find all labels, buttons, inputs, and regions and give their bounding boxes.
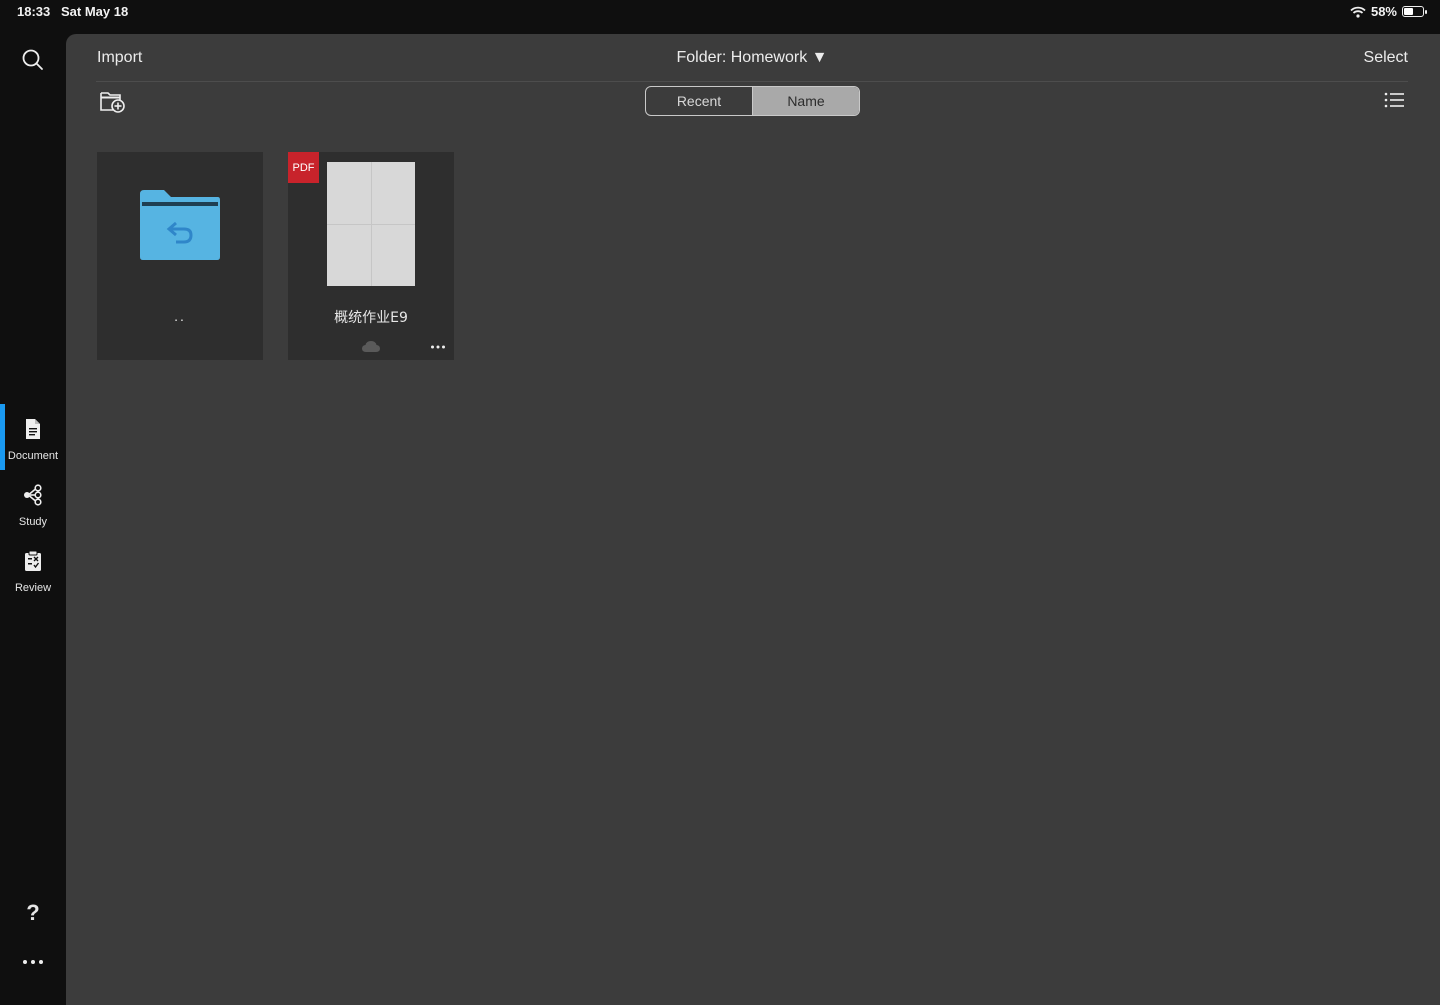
sort-name-option[interactable]: Name <box>753 87 859 115</box>
search-icon[interactable] <box>20 47 46 73</box>
battery-percent: 58% <box>1370 4 1397 19</box>
battery-icon <box>1402 6 1427 17</box>
battery-nub <box>1425 10 1427 14</box>
more-options-icon[interactable] <box>18 952 48 972</box>
select-button[interactable]: Select <box>1364 49 1408 67</box>
status-right: 58% <box>1350 4 1427 19</box>
sidebar-item-document[interactable]: Document <box>0 404 66 470</box>
top-bar: Import Folder: Homework ▼ Select <box>96 34 1408 82</box>
sort-recent-option[interactable]: Recent <box>646 87 753 115</box>
help-button[interactable]: ? <box>22 900 44 926</box>
battery-fill <box>1404 8 1413 15</box>
folder-title-dropdown[interactable]: Folder: Homework ▼ <box>96 49 1408 67</box>
document-icon <box>26 419 40 439</box>
sidebar-item-label: Review <box>14 582 52 594</box>
sidebar-item-study[interactable]: Study <box>0 470 66 536</box>
more-options-icon[interactable] <box>430 344 446 350</box>
review-clipboard-icon <box>25 550 41 571</box>
status-bar: 18:33 Sat May 18 58% <box>0 0 1440 24</box>
file-name: .. <box>174 308 186 324</box>
study-share-icon <box>24 484 42 506</box>
pdf-thumbnail <box>327 162 415 286</box>
folder-back-icon <box>140 190 220 260</box>
list-view-icon[interactable] <box>1384 92 1404 108</box>
sidebar-item-review[interactable]: Review <box>0 536 66 602</box>
sidebar-item-label: Study <box>18 516 48 528</box>
status-date: Sat May 18 <box>61 4 129 19</box>
main-panel: Import Folder: Homework ▼ Select Recent … <box>66 34 1440 1005</box>
wifi-icon <box>1350 6 1366 18</box>
sort-segmented-control: Recent Name <box>645 86 860 116</box>
file-name: 概统作业E9 <box>334 310 408 326</box>
status-time: 18:33 <box>17 4 51 19</box>
pdf-badge: PDF <box>288 152 319 183</box>
sidebar-item-label: Document <box>7 450 59 462</box>
sidebar: Document Study Review ? <box>0 34 66 1005</box>
pdf-file-tile[interactable]: PDF 概统作业E9 <box>288 152 454 360</box>
cloud-icon <box>362 341 380 352</box>
parent-folder-tile[interactable]: .. <box>97 152 263 360</box>
new-folder-icon[interactable] <box>100 90 126 114</box>
